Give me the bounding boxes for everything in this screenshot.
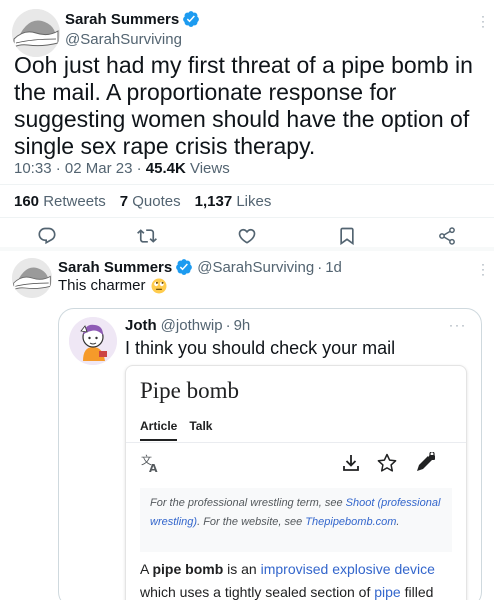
- body-text: filled: [400, 584, 434, 600]
- tweet-stats: 160 Retweets 7 Quotes 1,137 Likes: [14, 193, 271, 210]
- quotes-count: 7: [119, 193, 129, 210]
- hatnote-link-website: Thepipebomb.com: [305, 516, 397, 528]
- divider: [126, 442, 466, 443]
- verified-badge-icon: [182, 10, 200, 28]
- wiki-body: A pipe bomb is an improvised explosive d…: [140, 558, 458, 600]
- tweet-age[interactable]: 1d: [325, 259, 342, 276]
- verified-badge-icon: [175, 258, 193, 276]
- body-text: is an: [223, 561, 261, 577]
- wiki-hatnote: For the professional wrestling term, see…: [140, 488, 452, 552]
- more-options-icon[interactable]: ···: [449, 319, 467, 331]
- quotes-label: Quotes: [132, 193, 181, 210]
- author-handle[interactable]: @SarahSurviving: [197, 259, 314, 276]
- meta-separator: ·: [55, 160, 61, 177]
- quoted-author-row: Joth @jothwip · 9h: [125, 317, 250, 334]
- tab-talk: Talk: [189, 419, 213, 433]
- reply-text: This charmer: [58, 277, 146, 294]
- rolling-eyes-emoji-icon: [151, 278, 167, 294]
- author-name[interactable]: Joth: [125, 317, 157, 334]
- tweet-age[interactable]: 9h: [234, 317, 251, 334]
- hatnote-text: . For the website, see: [197, 516, 306, 528]
- body-text: A: [140, 561, 153, 577]
- wikipedia-screenshot[interactable]: Pipe bomb Article Talk 文A For the profes…: [125, 365, 467, 600]
- author-name[interactable]: Sarah Summers: [58, 259, 172, 276]
- tweet-time[interactable]: 10:33: [14, 160, 52, 177]
- quoted-text: I think you should check your mail: [125, 338, 396, 358]
- quotes-stat[interactable]: 7 Quotes: [120, 193, 181, 210]
- body-bold-term: pipe bomb: [152, 561, 224, 577]
- retweets-stat[interactable]: 160 Retweets: [14, 193, 106, 210]
- like-icon[interactable]: [237, 226, 257, 246]
- hatnote-text: .: [396, 516, 400, 528]
- likes-label: Likes: [236, 193, 272, 210]
- divider: [0, 217, 494, 218]
- likes-stat[interactable]: 1,137 Likes: [195, 193, 272, 210]
- author-name-row: Sarah Summers: [65, 10, 200, 28]
- download-icon: [340, 452, 362, 474]
- avatar[interactable]: [12, 9, 60, 57]
- svg-text:A: A: [149, 462, 158, 474]
- tweet-date[interactable]: 02 Mar 23: [65, 160, 133, 177]
- wiki-tabs: Article Talk: [140, 419, 224, 441]
- author-name[interactable]: Sarah Summers: [65, 11, 179, 28]
- hatnote-text: For the professional wrestling term, see: [150, 497, 346, 509]
- likes-count: 1,137: [194, 193, 233, 210]
- meta-separator: ·: [317, 258, 323, 276]
- views-label: Views: [189, 160, 230, 177]
- more-options-icon[interactable]: ···: [481, 10, 485, 32]
- bookmark-icon[interactable]: [337, 226, 357, 246]
- reply-text-row: This charmer: [58, 277, 167, 294]
- divider: [0, 247, 494, 251]
- meta-separator: ·: [136, 160, 142, 177]
- body-link-pipe: pipe: [374, 584, 401, 600]
- wiki-toolbar: 文A: [126, 452, 466, 474]
- quoted-tweet[interactable]: Joth @jothwip · 9h ··· I think you shoul…: [58, 308, 482, 600]
- body-link-ied: improvised explosive device: [260, 561, 435, 577]
- tab-article: Article: [140, 419, 178, 441]
- star-icon: [376, 452, 398, 474]
- retweets-count: 160: [14, 193, 40, 210]
- avatar[interactable]: [69, 317, 117, 365]
- share-icon[interactable]: [437, 226, 457, 246]
- reply-author-row: Sarah Summers @SarahSurviving · 1d: [58, 258, 342, 276]
- author-handle[interactable]: @jothwip: [161, 317, 223, 334]
- retweets-label: Retweets: [43, 193, 106, 210]
- reply-icon[interactable]: [37, 226, 57, 246]
- translate-icon: 文A: [140, 452, 162, 474]
- divider: [0, 184, 494, 185]
- body-text: which uses a tightly sealed section of: [140, 584, 375, 600]
- tweet-meta: 10:33 · 02 Mar 23 · 45.4K Views: [14, 160, 230, 177]
- tweet-text: Ooh just had my first threat of a pipe b…: [14, 52, 473, 159]
- views-count: 45.4K: [145, 160, 186, 177]
- edit-lock-icon: [414, 452, 436, 474]
- meta-separator: ·: [225, 317, 231, 334]
- retweet-icon[interactable]: [137, 226, 157, 246]
- avatar[interactable]: [12, 258, 52, 298]
- wiki-title: Pipe bomb: [140, 378, 240, 403]
- action-bar: [0, 226, 494, 246]
- more-options-icon[interactable]: ···: [481, 258, 485, 280]
- author-handle[interactable]: @SarahSurviving: [65, 31, 182, 48]
